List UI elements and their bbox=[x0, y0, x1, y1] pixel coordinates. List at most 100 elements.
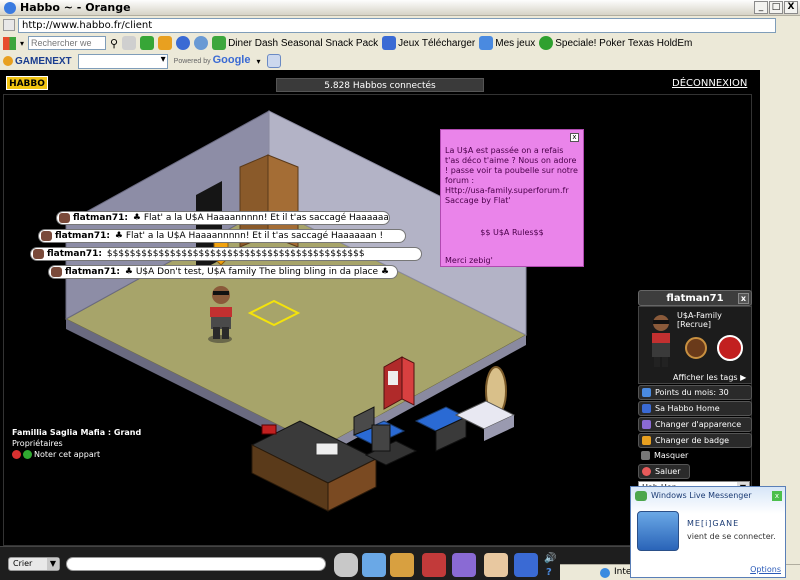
close-icon[interactable]: x bbox=[570, 133, 579, 142]
points-button[interactable]: Points du mois: 30 bbox=[638, 385, 752, 400]
sticky-rules: $$ U$A Rules$$ bbox=[480, 228, 544, 237]
badge-icon[interactable] bbox=[717, 335, 743, 361]
powered-by-label: Powered by bbox=[173, 58, 211, 65]
chat-text: ♣ Flat' a la U$A Haaaannnnn! Et il t'as … bbox=[114, 231, 384, 241]
chevron-down-icon[interactable]: ▾ bbox=[256, 57, 260, 66]
room-name: Famillia Saglia Mafia : Grand bbox=[12, 428, 142, 437]
google-powered: Powered by Google bbox=[173, 54, 251, 66]
sound-icon[interactable]: 🔊 bbox=[544, 553, 556, 564]
hide-label: Masquer bbox=[654, 451, 689, 460]
speech-bubble-icon[interactable] bbox=[334, 553, 358, 577]
online-count: 5.828 Habbos connectés bbox=[276, 78, 484, 92]
gamenext-icon bbox=[3, 56, 13, 66]
search-box-icon[interactable] bbox=[266, 54, 281, 68]
close-icon[interactable]: x bbox=[738, 293, 749, 304]
sticky-url: Http://usa-family.superforum.fr bbox=[445, 186, 569, 195]
games-joystick-icon[interactable] bbox=[514, 553, 538, 577]
options-link[interactable]: Options bbox=[750, 565, 781, 574]
chat-bubble: flatman71: ♣ Flat' a la U$A Haaaannnnn! … bbox=[38, 229, 406, 243]
chat-text: $$$$$$$$$$$$$$$$$$$$$$$$$$$$$$$$$$$$$$$$… bbox=[106, 249, 365, 259]
messenger-notification[interactable]: Windows Live Messenger x ME[i]GANE vient… bbox=[630, 486, 786, 578]
inventory-icon[interactable] bbox=[390, 553, 414, 577]
user-motto: U$A-Family [Recrue] bbox=[677, 311, 722, 329]
rate-label: Noter cet appart bbox=[34, 450, 101, 459]
show-tags-link[interactable]: Afficher les tags ▶ bbox=[673, 373, 746, 382]
window-titlebar: Habbo ~ - Orange _ □ X bbox=[0, 0, 800, 16]
friends-icon[interactable] bbox=[484, 553, 508, 577]
chat-mode-select[interactable]: Crier ▼ bbox=[8, 557, 60, 571]
window-title: Habbo ~ - Orange bbox=[20, 1, 131, 14]
close-icon[interactable]: x bbox=[772, 491, 782, 501]
user-info-panel: flatman71 x U$A-Family [Recrue] Afficher… bbox=[638, 290, 752, 516]
plus-icon[interactable] bbox=[140, 36, 155, 50]
game-icon bbox=[212, 36, 227, 50]
window-controls: _ □ X bbox=[754, 1, 798, 14]
chat-user: flatman71: bbox=[55, 231, 111, 241]
chat-user: flatman71: bbox=[65, 267, 121, 277]
ie-icon bbox=[4, 1, 16, 14]
add-tab-icon[interactable] bbox=[122, 36, 137, 50]
sticky-note[interactable]: x La U$A est passée on a refais t'as déc… bbox=[440, 129, 584, 267]
home-icon bbox=[642, 404, 651, 413]
logout-link[interactable]: DÉCONNEXION bbox=[672, 78, 747, 89]
maximize-button[interactable]: □ bbox=[769, 1, 783, 14]
link-jeux-telecharger[interactable]: Jeux Télécharger bbox=[382, 36, 475, 50]
windows-flag-icon[interactable] bbox=[3, 36, 16, 50]
weather-icon[interactable] bbox=[158, 36, 173, 50]
rate-row: Noter cet appart bbox=[12, 449, 141, 460]
google-label: Google bbox=[212, 54, 251, 66]
room-view[interactable]: flatman71: ♣ Flat' a la U$A Haaaannnnn! … bbox=[3, 94, 752, 546]
avatar-head-icon bbox=[59, 213, 70, 223]
chat-bubble: flatman71: $$$$$$$$$$$$$$$$$$$$$$$$$$$$$… bbox=[30, 247, 422, 261]
link-diner-dash[interactable]: Diner Dash Seasonal Snack Pack bbox=[212, 36, 378, 50]
chat-input[interactable] bbox=[66, 557, 326, 571]
search-input[interactable]: Rechercher we bbox=[28, 36, 107, 50]
gamenext-logo[interactable]: GAMENEXT bbox=[3, 56, 72, 67]
change-look-label: Changer d'apparence bbox=[655, 420, 742, 429]
arrow-down-icon bbox=[641, 451, 650, 460]
avatar-head-icon bbox=[33, 249, 44, 259]
refresh-icon[interactable] bbox=[194, 36, 209, 50]
page-icon bbox=[3, 19, 15, 31]
thumb-down-icon[interactable] bbox=[12, 450, 21, 459]
download-icon bbox=[382, 36, 397, 50]
user-panel-body: U$A-Family [Recrue] Afficher les tags ▶ bbox=[638, 306, 752, 384]
link-mes-jeux[interactable]: Mes jeux bbox=[479, 36, 535, 50]
chat-mode-value: Crier bbox=[13, 559, 33, 568]
url-field[interactable]: http://www.habbo.fr/client bbox=[18, 17, 776, 33]
link-label: Jeux Télécharger bbox=[398, 37, 476, 49]
room-owners: Propriétaires bbox=[12, 439, 63, 448]
links-toolbar: ▾ Rechercher we ⚲ Diner Dash Seasonal Sn… bbox=[0, 34, 800, 52]
catalog-icon[interactable] bbox=[422, 553, 446, 577]
help-icon[interactable]: ? bbox=[546, 567, 552, 578]
thumb-up-icon[interactable] bbox=[23, 450, 32, 459]
habbo-home-button[interactable]: Sa Habbo Home bbox=[638, 401, 752, 416]
user-name: flatman71 bbox=[666, 293, 724, 304]
minimize-button[interactable]: _ bbox=[754, 1, 768, 14]
habbo-logo: HABBO bbox=[6, 76, 48, 90]
gamenext-toolbar: GAMENEXT Powered by Google ▾ bbox=[0, 52, 800, 70]
badge-small-icon bbox=[642, 436, 651, 445]
points-label: Points du mois: 30 bbox=[655, 388, 729, 397]
show-tags-label: Afficher les tags bbox=[673, 373, 738, 382]
gamenext-select[interactable] bbox=[77, 53, 168, 69]
chevron-down-icon[interactable]: ▾ bbox=[20, 39, 24, 48]
help-icon[interactable] bbox=[176, 36, 191, 50]
link-poker[interactable]: Speciale! Poker Texas HoldEm bbox=[539, 36, 692, 50]
close-button[interactable]: X bbox=[784, 1, 798, 14]
link-label: Speciale! Poker Texas HoldEm bbox=[555, 37, 693, 49]
search-icon[interactable]: ⚲ bbox=[110, 37, 118, 50]
chat-user: flatman71: bbox=[73, 213, 129, 223]
dollar-icon bbox=[539, 36, 554, 50]
gamenext-label: GAMENEXT bbox=[15, 55, 72, 67]
contact-status: vient de se connecter. bbox=[687, 532, 776, 541]
badge-icon[interactable] bbox=[685, 337, 707, 359]
chat-user: flatman71: bbox=[47, 249, 103, 259]
salute-button[interactable]: Saluer bbox=[638, 464, 690, 479]
change-badge-button[interactable]: Changer de badge bbox=[638, 433, 752, 448]
change-look-button[interactable]: Changer d'apparence bbox=[638, 417, 752, 432]
hide-button[interactable]: Masquer bbox=[638, 448, 752, 463]
messenger-title: Windows Live Messenger bbox=[651, 491, 752, 500]
profile-icon[interactable] bbox=[362, 553, 386, 577]
navigator-icon[interactable] bbox=[452, 553, 476, 577]
